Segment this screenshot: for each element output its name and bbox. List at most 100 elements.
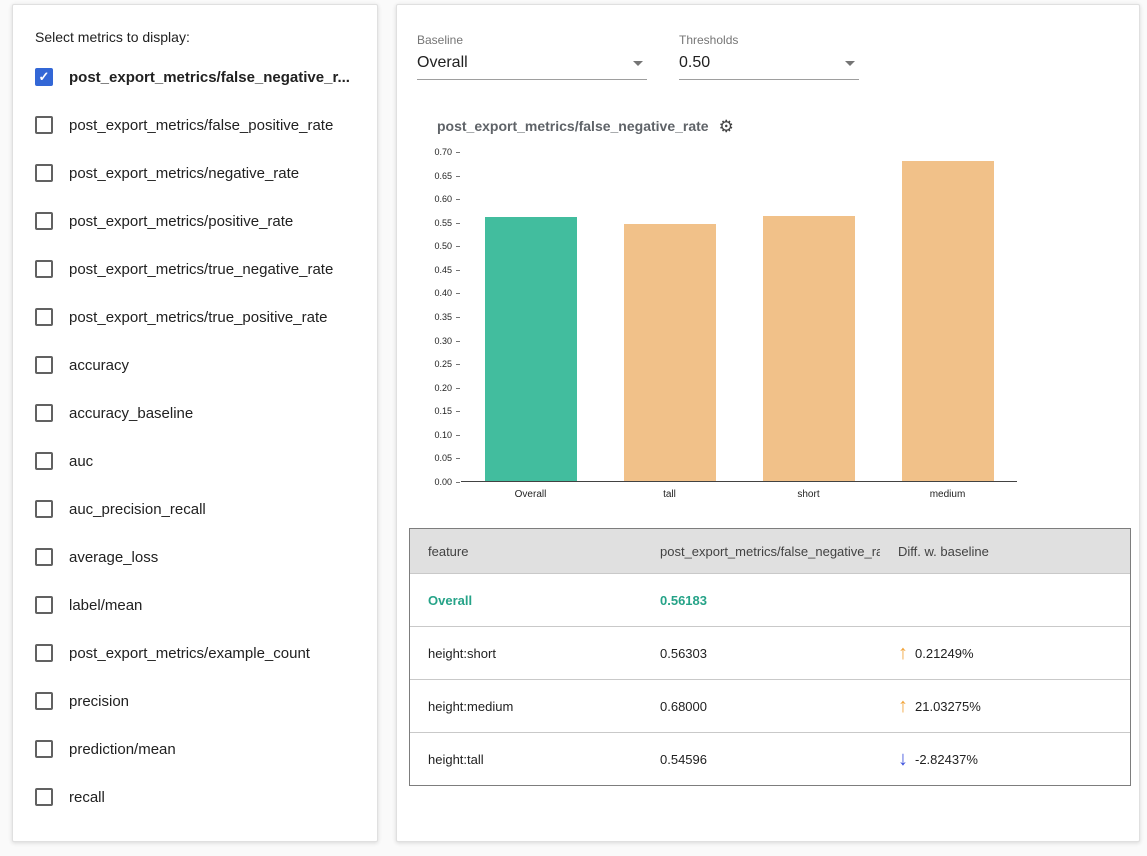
diff-value: 0.21249% <box>915 646 974 661</box>
metric-item[interactable]: accuracy_baseline <box>35 389 363 437</box>
metric-item[interactable]: label/mean <box>35 581 363 629</box>
y-tick-label: 0.30 <box>434 336 452 346</box>
checkbox-unchecked-icon[interactable] <box>35 644 53 662</box>
checkbox-unchecked-icon[interactable] <box>35 740 53 758</box>
table-row[interactable]: Overall0.56183 <box>410 573 1130 626</box>
metric-item-label: label/mean <box>69 597 142 614</box>
baseline-label: Baseline <box>417 33 647 47</box>
bar-slot <box>461 152 600 481</box>
value-cell: 0.56183 <box>642 593 880 608</box>
checkbox-unchecked-icon[interactable] <box>35 260 53 278</box>
fairness-indicators-app: Select metrics to display: ✓ post_export_… <box>0 0 1147 856</box>
metric-item[interactable]: post_export_metrics/true_positive_rate <box>35 293 363 341</box>
thresholds-selected-value: 0.50 <box>679 54 710 72</box>
table-row[interactable]: height:tall0.54596↓-2.82437% <box>410 732 1130 785</box>
y-tick-label: 0.70 <box>434 147 452 157</box>
arrow-down-icon: ↓ <box>898 749 908 769</box>
table-header-cell: post_export_metrics/false_negative_rat..… <box>642 544 880 559</box>
plot-area <box>461 152 1017 482</box>
metric-item[interactable]: post_export_metrics/example_count <box>35 629 363 677</box>
y-tick-label: 0.65 <box>434 171 452 181</box>
table-row[interactable]: height:medium0.68000↑21.03275% <box>410 679 1130 732</box>
checkbox-unchecked-icon[interactable] <box>35 356 53 374</box>
diff-value: 21.03275% <box>915 699 981 714</box>
metric-select-panel: Select metrics to display: ✓ post_export_… <box>12 4 378 842</box>
diff-cell: ↓-2.82437% <box>880 749 1130 769</box>
metric-item[interactable]: precision <box>35 677 363 725</box>
checkbox-unchecked-icon[interactable] <box>35 596 53 614</box>
bar-medium[interactable] <box>902 161 994 481</box>
checkbox-unchecked-icon[interactable] <box>35 212 53 230</box>
value-cell: 0.68000 <box>642 699 880 714</box>
checkbox-unchecked-icon[interactable] <box>35 788 53 806</box>
y-tick-label: 0.60 <box>434 194 452 204</box>
arrow-up-icon: ↑ <box>898 643 908 663</box>
checkbox-unchecked-icon[interactable] <box>35 452 53 470</box>
controls-bar: Baseline Overall Thresholds 0.50 <box>417 33 1139 80</box>
table-header-row: featurepost_export_metrics/false_negativ… <box>410 529 1130 573</box>
value-cell: 0.56303 <box>642 646 880 661</box>
y-tick-label: 0.45 <box>434 265 452 275</box>
results-panel: Baseline Overall Thresholds 0.50 post_ex… <box>396 4 1140 842</box>
metric-item-label: post_export_metrics/false_negative_r... <box>69 69 350 86</box>
x-tick-label: short <box>739 482 878 500</box>
y-tick-label: 0.35 <box>434 312 452 322</box>
y-tick-label: 0.10 <box>434 430 452 440</box>
metric-item[interactable]: post_export_metrics/negative_rate <box>35 149 363 197</box>
metric-item-label: average_loss <box>69 549 158 566</box>
metric-item-label: recall <box>69 789 105 806</box>
baseline-select-group: Baseline Overall <box>417 33 647 80</box>
metrics-table: featurepost_export_metrics/false_negativ… <box>409 528 1131 786</box>
baseline-select[interactable]: Overall <box>417 54 647 80</box>
gear-icon[interactable]: ⚙ <box>719 118 734 135</box>
metric-item-label: auc <box>69 453 93 470</box>
diff-cell: ↑ 21.03275% <box>880 696 1130 716</box>
metric-item[interactable]: average_loss <box>35 533 363 581</box>
y-tick-label: 0.15 <box>434 406 452 416</box>
metric-item[interactable]: ✓ post_export_metrics/false_negative_r... <box>35 53 363 101</box>
metric-item-label: post_export_metrics/true_positive_rate <box>69 309 327 326</box>
checkbox-unchecked-icon[interactable] <box>35 692 53 710</box>
chevron-down-icon <box>633 61 643 66</box>
checkbox-unchecked-icon[interactable] <box>35 404 53 422</box>
baseline-selected-value: Overall <box>417 54 468 72</box>
thresholds-select[interactable]: 0.50 <box>679 54 859 80</box>
checkbox-unchecked-icon[interactable] <box>35 500 53 518</box>
bar-tall[interactable] <box>624 224 716 481</box>
metric-item-label: post_export_metrics/false_positive_rate <box>69 117 333 134</box>
checkbox-unchecked-icon[interactable] <box>35 116 53 134</box>
metric-list: ✓ post_export_metrics/false_negative_r...… <box>35 53 363 821</box>
checkbox-unchecked-icon[interactable] <box>35 308 53 326</box>
metric-item[interactable]: auc_precision_recall <box>35 485 363 533</box>
checkbox-unchecked-icon[interactable] <box>35 548 53 566</box>
metric-item[interactable]: post_export_metrics/true_negative_rate <box>35 245 363 293</box>
feature-cell: height:tall <box>410 752 642 767</box>
metric-item[interactable]: auc <box>35 437 363 485</box>
metric-item-label: precision <box>69 693 129 710</box>
metric-item[interactable]: prediction/mean <box>35 725 363 773</box>
y-axis-labels: 0.000.050.100.150.200.250.300.350.400.45… <box>417 152 461 482</box>
y-tick-label: 0.05 <box>434 453 452 463</box>
y-tick-label: 0.50 <box>434 241 452 251</box>
checkbox-unchecked-icon[interactable] <box>35 164 53 182</box>
y-tick-label: 0.20 <box>434 383 452 393</box>
metric-select-title: Select metrics to display: <box>35 29 363 45</box>
metric-item[interactable]: recall <box>35 773 363 821</box>
plot-wrap: Overalltallshortmedium <box>461 152 1017 500</box>
x-tick-label: tall <box>600 482 739 500</box>
metric-item-label: prediction/mean <box>69 741 176 758</box>
metric-item[interactable]: accuracy <box>35 341 363 389</box>
bar-short[interactable] <box>763 216 855 481</box>
y-tick-label: 0.00 <box>434 477 452 487</box>
arrow-up-icon: ↑ <box>898 696 908 716</box>
diff-cell: ↑ 0.21249% <box>880 643 1130 663</box>
chevron-down-icon <box>845 61 855 66</box>
metric-item-label: auc_precision_recall <box>69 501 206 518</box>
table-row[interactable]: height:short0.56303↑0.21249% <box>410 626 1130 679</box>
metric-item[interactable]: post_export_metrics/positive_rate <box>35 197 363 245</box>
checkbox-checked-icon[interactable]: ✓ <box>35 68 53 86</box>
value-cell: 0.54596 <box>642 752 880 767</box>
feature-cell: Overall <box>410 593 642 608</box>
metric-item[interactable]: post_export_metrics/false_positive_rate <box>35 101 363 149</box>
bar-Overall[interactable] <box>485 217 577 481</box>
